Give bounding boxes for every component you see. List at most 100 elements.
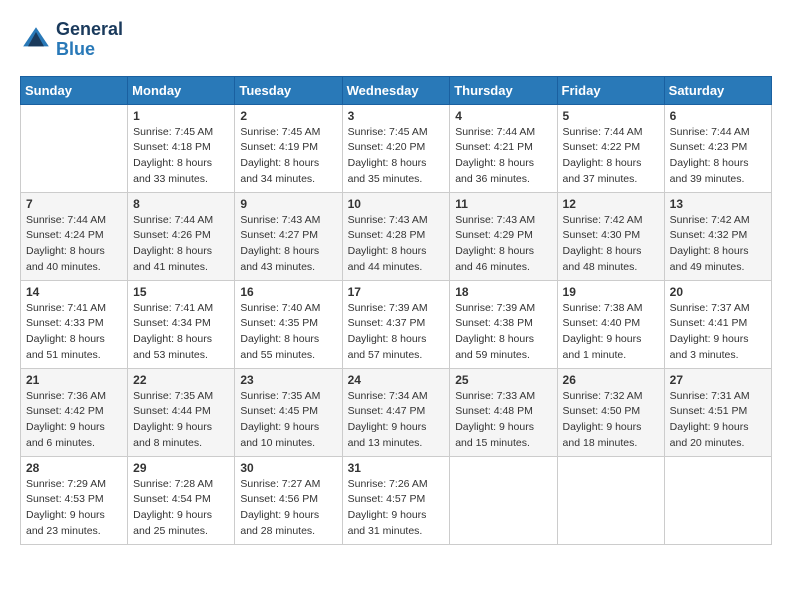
day-number: 15 (133, 285, 229, 299)
daylight-text: Daylight: 8 hours and 39 minutes. (670, 157, 749, 185)
day-info: Sunrise: 7:37 AMSunset: 4:41 PMDaylight:… (670, 301, 766, 364)
calendar-cell: 29Sunrise: 7:28 AMSunset: 4:54 PMDayligh… (128, 456, 235, 544)
day-info: Sunrise: 7:44 AMSunset: 4:23 PMDaylight:… (670, 125, 766, 188)
day-info: Sunrise: 7:41 AMSunset: 4:33 PMDaylight:… (26, 301, 122, 364)
daylight-text: Daylight: 9 hours and 8 minutes. (133, 421, 212, 449)
sunrise-text: Sunrise: 7:36 AM (26, 390, 106, 402)
daylight-text: Daylight: 8 hours and 33 minutes. (133, 157, 212, 185)
sunrise-text: Sunrise: 7:44 AM (563, 126, 643, 138)
sunrise-text: Sunrise: 7:44 AM (26, 214, 106, 226)
sunrise-text: Sunrise: 7:45 AM (348, 126, 428, 138)
calendar-cell: 26 Sunrise: 7:32 AMSunset: 4:50 PMDayligh… (557, 368, 664, 456)
day-info: Sunrise: 7:35 AMSunset: 4:45 PMDaylight:… (240, 389, 336, 452)
day-info: Sunrise: 7:45 AMSunset: 4:18 PMDaylight:… (133, 125, 229, 188)
sunrise-text: Sunrise: 7:31 AM (670, 390, 750, 402)
calendar-cell (664, 456, 771, 544)
sunrise-text: Sunrise: 7:42 AM (563, 214, 643, 226)
calendar-cell: 25Sunrise: 7:33 AMSunset: 4:48 PMDayligh… (450, 368, 557, 456)
logo: General Blue (20, 20, 123, 60)
sunset-text: Sunset: 4:51 PM (670, 405, 748, 417)
sunset-text: Sunset: 4:22 PM (563, 141, 641, 153)
day-number: 3 (348, 109, 445, 123)
sunset-text: Sunset: 4:53 PM (26, 493, 104, 505)
sunset-text: Sunset: 4:44 PM (133, 405, 211, 417)
daylight-text: Daylight: 9 hours and 10 minutes. (240, 421, 319, 449)
sunset-text: Sunset: 4:23 PM (670, 141, 748, 153)
sunset-text: Sunset: 4:45 PM (240, 405, 318, 417)
day-info: Sunrise: 7:43 AMSunset: 4:29 PMDaylight:… (455, 213, 551, 276)
sunset-text: Sunset: 4:38 PM (455, 317, 533, 329)
sunset-text: Sunset: 4:37 PM (348, 317, 426, 329)
calendar-cell: 30 Sunrise: 7:27 AMSunset: 4:56 PMDayligh… (235, 456, 342, 544)
day-info: Sunrise: 7:33 AMSunset: 4:48 PMDaylight:… (455, 389, 551, 452)
daylight-text: Daylight: 9 hours and 31 minutes. (348, 509, 427, 537)
calendar-week-4: 21Sunrise: 7:36 AMSunset: 4:42 PMDayligh… (21, 368, 772, 456)
daylight-text: Daylight: 8 hours and 36 minutes. (455, 157, 534, 185)
day-number: 8 (133, 197, 229, 211)
day-number: 4 (455, 109, 551, 123)
sunrise-text: Sunrise: 7:44 AM (133, 214, 213, 226)
sunset-text: Sunset: 4:57 PM (348, 493, 426, 505)
day-number: 29 (133, 461, 229, 475)
sunrise-text: Sunrise: 7:33 AM (455, 390, 535, 402)
day-info: Sunrise: 7:34 AMSunset: 4:47 PMDaylight:… (348, 389, 445, 452)
sunset-text: Sunset: 4:42 PM (26, 405, 104, 417)
sunset-text: Sunset: 4:18 PM (133, 141, 211, 153)
calendar-cell: 19Sunrise: 7:38 AMSunset: 4:40 PMDayligh… (557, 280, 664, 368)
logo-text-blue: Blue (56, 40, 123, 60)
calendar-cell: 15Sunrise: 7:41 AMSunset: 4:34 PMDayligh… (128, 280, 235, 368)
logo-icon (20, 24, 52, 56)
sunrise-text: Sunrise: 7:41 AM (26, 302, 106, 314)
calendar-cell (450, 456, 557, 544)
daylight-text: Daylight: 8 hours and 55 minutes. (240, 333, 319, 361)
daylight-text: Daylight: 8 hours and 40 minutes. (26, 245, 105, 273)
calendar-cell: 1Sunrise: 7:45 AMSunset: 4:18 PMDaylight… (128, 104, 235, 192)
calendar-cell: 10 Sunrise: 7:43 AMSunset: 4:28 PMDayligh… (342, 192, 450, 280)
daylight-text: Daylight: 8 hours and 35 minutes. (348, 157, 427, 185)
day-info: Sunrise: 7:40 AMSunset: 4:35 PMDaylight:… (240, 301, 336, 364)
sunrise-text: Sunrise: 7:38 AM (563, 302, 643, 314)
day-info: Sunrise: 7:27 AMSunset: 4:56 PMDaylight:… (240, 477, 336, 540)
day-info: Sunrise: 7:42 AMSunset: 4:32 PMDaylight:… (670, 213, 766, 276)
day-info: Sunrise: 7:35 AMSunset: 4:44 PMDaylight:… (133, 389, 229, 452)
calendar-cell: 21Sunrise: 7:36 AMSunset: 4:42 PMDayligh… (21, 368, 128, 456)
weekday-header-wednesday: Wednesday (342, 76, 450, 104)
day-info: Sunrise: 7:45 AMSunset: 4:19 PMDaylight:… (240, 125, 336, 188)
daylight-text: Daylight: 8 hours and 46 minutes. (455, 245, 534, 273)
calendar-cell: 23 Sunrise: 7:35 AMSunset: 4:45 PMDayligh… (235, 368, 342, 456)
day-number: 7 (26, 197, 122, 211)
calendar-cell: 2Sunrise: 7:45 AMSunset: 4:19 PMDaylight… (235, 104, 342, 192)
calendar-cell: 14Sunrise: 7:41 AMSunset: 4:33 PMDayligh… (21, 280, 128, 368)
day-number: 6 (670, 109, 766, 123)
sunset-text: Sunset: 4:29 PM (455, 229, 533, 241)
day-info: Sunrise: 7:43 AMSunset: 4:28 PMDaylight:… (348, 213, 445, 276)
day-number: 26 (563, 373, 659, 387)
sunset-text: Sunset: 4:26 PM (133, 229, 211, 241)
weekday-header-sunday: Sunday (21, 76, 128, 104)
daylight-text: Daylight: 8 hours and 53 minutes. (133, 333, 212, 361)
sunset-text: Sunset: 4:20 PM (348, 141, 426, 153)
day-number: 23 (240, 373, 336, 387)
calendar-cell: 16 Sunrise: 7:40 AMSunset: 4:35 PMDayligh… (235, 280, 342, 368)
sunrise-text: Sunrise: 7:42 AM (670, 214, 750, 226)
sunset-text: Sunset: 4:56 PM (240, 493, 318, 505)
day-number: 16 (240, 285, 336, 299)
day-number: 10 (348, 197, 445, 211)
calendar-cell: 20Sunrise: 7:37 AMSunset: 4:41 PMDayligh… (664, 280, 771, 368)
daylight-text: Daylight: 8 hours and 51 minutes. (26, 333, 105, 361)
day-info: Sunrise: 7:32 AMSunset: 4:50 PMDaylight:… (563, 389, 659, 452)
calendar-cell: 5Sunrise: 7:44 AMSunset: 4:22 PMDaylight… (557, 104, 664, 192)
daylight-text: Daylight: 8 hours and 37 minutes. (563, 157, 642, 185)
day-number: 30 (240, 461, 336, 475)
weekday-header-tuesday: Tuesday (235, 76, 342, 104)
sunset-text: Sunset: 4:27 PM (240, 229, 318, 241)
calendar-cell: 4Sunrise: 7:44 AMSunset: 4:21 PMDaylight… (450, 104, 557, 192)
daylight-text: Daylight: 8 hours and 49 minutes. (670, 245, 749, 273)
day-number: 22 (133, 373, 229, 387)
daylight-text: Daylight: 8 hours and 43 minutes. (240, 245, 319, 273)
daylight-text: Daylight: 9 hours and 3 minutes. (670, 333, 749, 361)
day-info: Sunrise: 7:42 AMSunset: 4:30 PMDaylight:… (563, 213, 659, 276)
calendar-cell: 18Sunrise: 7:39 AMSunset: 4:38 PMDayligh… (450, 280, 557, 368)
calendar-cell: 7Sunrise: 7:44 AMSunset: 4:24 PMDaylight… (21, 192, 128, 280)
calendar-cell: 6 Sunrise: 7:44 AMSunset: 4:23 PMDaylight… (664, 104, 771, 192)
